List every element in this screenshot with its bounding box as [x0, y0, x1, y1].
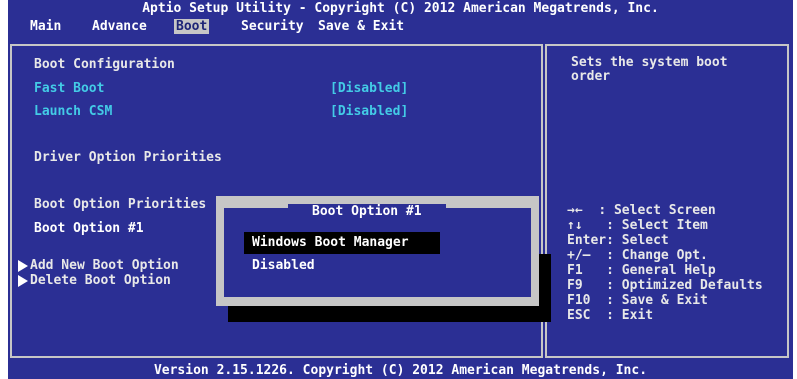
- delete-boot-option[interactable]: Delete Boot Option: [18, 273, 171, 288]
- app-title: Aptio Setup Utility - Copyright (C) 2012…: [142, 1, 659, 16]
- launch-csm-label[interactable]: Launch CSM: [34, 104, 112, 119]
- footer-bar: Version 2.15.1226. Copyright (C) 2012 Am…: [8, 363, 793, 379]
- key-label: F10: [567, 293, 591, 308]
- add-new-boot-option-label: Add New Boot Option: [30, 258, 179, 273]
- key-desc: : Change Opt.: [606, 248, 708, 263]
- key-desc: : General Help: [606, 263, 716, 278]
- key-desc: : Select: [606, 233, 669, 248]
- key-label: Enter: [567, 233, 607, 248]
- key-desc: : Optimized Defaults: [606, 278, 763, 293]
- key-label: F9: [567, 278, 583, 293]
- version-text: Version 2.15.1226. Copyright (C) 2012 Am…: [153, 363, 648, 378]
- tab-advance[interactable]: Advance: [90, 19, 149, 34]
- key-enter: Enter: Select: [567, 234, 669, 248]
- fast-boot-value[interactable]: [Disabled]: [330, 81, 408, 96]
- help-description: Sets the system boot order: [571, 55, 728, 84]
- key-f9: F9 : Optimized Defaults: [567, 279, 763, 293]
- title-bar: Aptio Setup Utility - Copyright (C) 2012…: [8, 0, 793, 36]
- key-desc: : Exit: [606, 308, 654, 323]
- key-change-opt: +/— : Change Opt.: [567, 249, 708, 263]
- key-desc: : Select Item: [606, 218, 708, 233]
- boot-option-1-label[interactable]: Boot Option #1: [34, 221, 144, 236]
- tab-security[interactable]: Security: [239, 19, 306, 34]
- submenu-arrow-icon: [18, 274, 28, 287]
- tab-boot[interactable]: Boot: [174, 19, 210, 34]
- section-driver-option-priorities: Driver Option Priorities: [34, 150, 222, 165]
- key-esc: ESC : Exit: [567, 309, 653, 323]
- tab-save-exit[interactable]: Save & Exit: [316, 19, 406, 34]
- submenu-arrow-icon: [18, 259, 28, 272]
- add-new-boot-option[interactable]: Add New Boot Option: [18, 258, 179, 273]
- key-f1: F1 : General Help: [567, 264, 716, 278]
- section-boot-option-priorities: Boot Option Priorities: [34, 197, 207, 212]
- key-select-item: ↑↓ : Select Item: [567, 219, 708, 233]
- key-desc: : Select Screen: [598, 203, 716, 218]
- popup-option-disabled[interactable]: Disabled: [252, 258, 315, 273]
- delete-boot-option-label: Delete Boot Option: [30, 273, 171, 288]
- key-label: ESC: [567, 308, 591, 323]
- launch-csm-value[interactable]: [Disabled]: [330, 104, 408, 119]
- key-desc: : Save & Exit: [606, 293, 708, 308]
- key-label: F1: [567, 263, 583, 278]
- popup-title: Boot Option #1: [288, 204, 446, 219]
- section-boot-configuration: Boot Configuration: [34, 57, 175, 72]
- tab-main[interactable]: Main: [28, 19, 63, 34]
- arrow-left-right-icon: →←: [567, 203, 583, 218]
- key-select-screen: →← : Select Screen: [567, 204, 716, 218]
- arrow-up-down-icon: ↑↓: [567, 218, 583, 233]
- fast-boot-label[interactable]: Fast Boot: [34, 81, 104, 96]
- key-f10: F10 : Save & Exit: [567, 294, 708, 308]
- popup-option-windows-boot-manager[interactable]: Windows Boot Manager: [244, 232, 440, 254]
- key-label: +/—: [567, 248, 591, 263]
